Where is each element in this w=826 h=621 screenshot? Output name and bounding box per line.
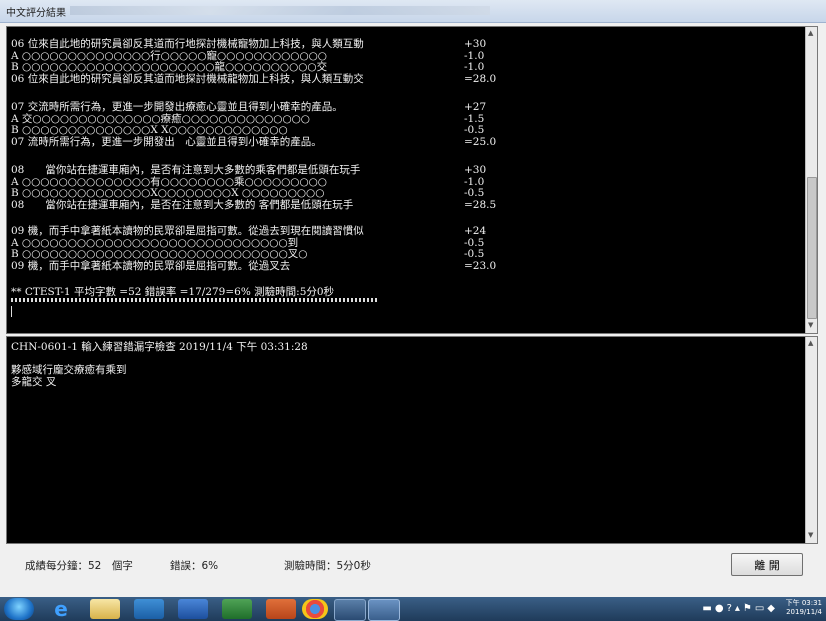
scrollbar-thumb[interactable]	[807, 177, 817, 319]
title-bar-blurred-text	[70, 6, 490, 15]
internet-explorer-icon[interactable]: e	[46, 599, 76, 619]
test-time-label: 測驗時間：5分0秒	[284, 560, 371, 572]
clock-date: 2019/11/4	[786, 608, 822, 616]
error-rate-label: 錯誤：6%	[170, 560, 219, 572]
sentence-block-07: 07 交流時所需行為，更進一步開發出療癒心靈並且得到小確幸的產品。 +27 A 交…	[11, 101, 711, 148]
result-line: 07 流時所需行為，更進一步開發出 心靈並且得到小確幸的產品。 =25.0	[11, 135, 497, 148]
media-player-icon[interactable]	[134, 599, 164, 619]
taskbar: e ▬●?▴⚑▭◆ 下午 03:31 2019/11/4	[0, 597, 826, 621]
result-pane-scrollbar[interactable]: ▲ ▼	[805, 27, 817, 333]
text-cursor	[11, 306, 12, 317]
flag-app-icon[interactable]	[334, 599, 366, 621]
result-line: 07 交流時所需行為，更進一步開發出療癒心靈並且得到小確幸的產品。 +27	[11, 101, 487, 113]
error-chars-line: 夥感域行龐交療癒有乘到	[11, 364, 127, 376]
error-check-header: CHN-0601-1 輸入練習錯漏字檢查 2019/11/4 下午 03:31:…	[11, 341, 308, 353]
start-button-icon[interactable]	[4, 598, 34, 620]
scroll-down-arrow-icon[interactable]: ▼	[808, 320, 813, 332]
taskbar-clock[interactable]: 下午 03:31 2019/11/4	[786, 599, 822, 617]
result-line: 09 機，而手中拿著紙本讀物的民眾卻是屈指可數。從過叉去 =23.0	[11, 259, 497, 272]
error-check-pane[interactable]: CHN-0601-1 輸入練習錯漏字檢查 2019/11/4 下午 03:31:…	[6, 336, 818, 544]
system-tray-icons[interactable]: ▬●?▴⚑▭◆	[702, 603, 778, 614]
title-bar: 中文評分結果	[0, 0, 826, 23]
result-line: 08 當你站在捷運車廂內，是否有注意到大多數的乘客們都是低頭在玩手 +30	[11, 164, 487, 176]
test-summary: ** CTEST-1 平均字數 =52 錯誤率 =17/279=6% 測驗時間:…	[11, 286, 335, 298]
summary-underline	[11, 298, 377, 302]
result-text-pane[interactable]: 06 位來自此地的研究員卻反其道而行地探討機械寵物加上科技，與人類互動 +30 A…	[6, 26, 818, 334]
sentence-block-06: 06 位來自此地的研究員卻反其道而行地探討機械寵物加上科技，與人類互動 +30 A…	[11, 38, 711, 85]
powerpoint-icon[interactable]	[266, 599, 296, 619]
result-line: 06 位來自此地的研究員卻反其道而地探討機械龍物加上科技，與人類互動交 =28.0	[11, 72, 497, 85]
scroll-up-arrow-icon[interactable]: ▲	[808, 28, 813, 40]
excel-icon[interactable]	[222, 599, 252, 619]
result-line: 09 機，而手中拿著紙本讀物的民眾卻是屈指可數。從過去到現在閱讀習慣似 +24	[11, 225, 487, 237]
sentence-block-08: 08 當你站在捷運車廂內，是否有注意到大多數的乘客們都是低頭在玩手 +30 A ○…	[11, 164, 711, 211]
chrome-icon[interactable]	[302, 599, 328, 619]
result-line: 08 當你站在捷運車廂內，是否在注意到大多數的 客們都是低頭在玩手 =28.5	[11, 198, 497, 211]
sentence-block-09: 09 機，而手中拿著紙本讀物的民眾卻是屈指可數。從過去到現在閱讀習慣似 +24 A…	[11, 225, 711, 272]
result-line: 06 位來自此地的研究員卻反其道而行地探討機械寵物加上科技，與人類互動 +30	[11, 38, 487, 50]
scroll-up-arrow-icon[interactable]: ▲	[808, 338, 813, 350]
clock-time: 下午 03:31	[785, 599, 822, 607]
word-icon[interactable]	[178, 599, 208, 619]
scroll-down-arrow-icon[interactable]: ▼	[808, 530, 813, 542]
leave-button[interactable]: 離 開	[731, 553, 803, 576]
error-pane-scrollbar[interactable]: ▲ ▼	[805, 337, 817, 543]
file-explorer-icon[interactable]	[90, 599, 120, 619]
active-app-icon[interactable]	[368, 599, 400, 621]
speed-label: 成績每分鐘：52 個字	[25, 560, 133, 572]
error-chars-line: 多龍交 叉	[11, 376, 57, 388]
window-title: 中文評分結果	[6, 8, 66, 19]
